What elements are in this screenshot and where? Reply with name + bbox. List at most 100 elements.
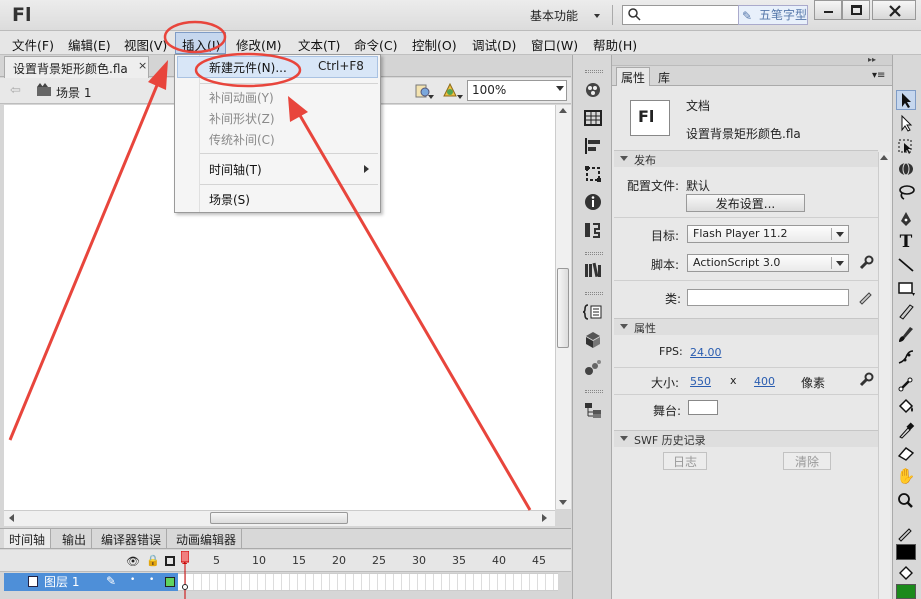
transform-icon[interactable] xyxy=(582,164,604,184)
pencil-tool-icon[interactable] xyxy=(896,302,916,320)
stroke-color-pencil-icon[interactable] xyxy=(896,524,916,542)
menu-view[interactable]: 视图(V) xyxy=(124,35,167,54)
layer-color-swatch[interactable] xyxy=(165,577,175,587)
wrench-icon[interactable] xyxy=(858,255,874,271)
collapse-icon[interactable]: ▸▸ xyxy=(868,55,876,64)
scene-panel-icon[interactable] xyxy=(582,220,604,240)
actions-icon[interactable] xyxy=(582,302,604,322)
swatches-icon[interactable] xyxy=(582,108,604,128)
target-select[interactable]: Flash Player 11.2 xyxy=(687,225,849,243)
menu-item-motion-tween[interactable]: 补间动画(Y) xyxy=(209,89,274,106)
fps-value[interactable]: 24.00 xyxy=(690,346,722,359)
subselection-tool-icon[interactable] xyxy=(896,114,916,132)
menu-file[interactable]: 文件(F) xyxy=(12,35,54,54)
menu-item-timeline[interactable]: 时间轴(T) xyxy=(209,161,262,178)
menu-commands[interactable]: 命令(C) xyxy=(354,35,397,54)
height-value[interactable]: 400 xyxy=(754,375,775,388)
edit-symbols-icon[interactable] xyxy=(414,82,434,100)
menu-control[interactable]: 控制(O) xyxy=(412,35,457,54)
script-select[interactable]: ActionScript 3.0 xyxy=(687,254,849,272)
stage-color-swatch[interactable] xyxy=(688,400,718,415)
width-value[interactable]: 550 xyxy=(690,375,711,388)
scroll-up-icon[interactable] xyxy=(880,155,888,160)
section-publish[interactable]: 发布 xyxy=(614,150,878,167)
clear-button[interactable]: 清除 xyxy=(783,452,831,470)
line-tool-icon[interactable] xyxy=(896,256,916,274)
visible-dot-icon[interactable]: • xyxy=(130,575,135,585)
brush-tool-icon[interactable] xyxy=(896,325,916,343)
eyedropper-tool-icon[interactable] xyxy=(896,421,916,439)
selection-tool-icon[interactable] xyxy=(896,91,916,109)
vertical-scroll-thumb[interactable] xyxy=(557,268,569,348)
layer-name[interactable]: 图层 1 xyxy=(44,573,79,590)
tab-motion-editor[interactable]: 动画编辑器 xyxy=(171,529,243,548)
panel-menu-icon[interactable]: ▾≡ xyxy=(872,70,885,81)
library-icon[interactable] xyxy=(582,260,604,280)
tab-output[interactable]: 输出 xyxy=(57,529,93,548)
lock-dot-icon[interactable]: • xyxy=(149,575,154,585)
back-arrow-icon[interactable]: ⇦ xyxy=(10,83,21,98)
rectangle-tool-icon[interactable] xyxy=(896,279,916,297)
menu-modify[interactable]: 修改(M) xyxy=(236,35,282,54)
eraser-tool-icon[interactable] xyxy=(896,444,916,462)
eye-icon[interactable]: 👁 xyxy=(126,555,140,568)
scroll-right-icon[interactable] xyxy=(542,514,547,522)
frame-grid[interactable] xyxy=(178,573,558,591)
motion-presets-icon[interactable] xyxy=(582,358,604,378)
maximize-button[interactable] xyxy=(842,0,870,20)
properties-scrollbar[interactable] xyxy=(878,152,890,599)
tab-timeline[interactable]: 时间轴 xyxy=(4,529,52,548)
menu-text[interactable]: 文本(T) xyxy=(298,35,340,54)
3d-rotation-tool-icon[interactable] xyxy=(896,160,916,178)
text-tool-icon[interactable]: T xyxy=(896,232,916,252)
lasso-tool-icon[interactable] xyxy=(896,183,916,201)
grip-handle[interactable] xyxy=(585,390,603,393)
publish-settings-button[interactable]: 发布设置... xyxy=(686,194,805,212)
menu-item-classic-tween[interactable]: 传统补间(C) xyxy=(209,131,275,148)
color-panel-icon[interactable] xyxy=(582,80,604,100)
pen-tool-icon[interactable] xyxy=(896,210,916,228)
hand-tool-icon[interactable]: ✋ xyxy=(896,467,916,485)
class-input[interactable] xyxy=(687,289,849,306)
scroll-down-icon[interactable] xyxy=(559,500,567,505)
grip-handle[interactable] xyxy=(585,252,603,255)
pencil-icon[interactable] xyxy=(857,289,873,305)
zoom-select[interactable]: 100% xyxy=(467,80,567,101)
components-icon[interactable] xyxy=(582,330,604,350)
info-icon[interactable] xyxy=(582,192,604,212)
bone-tool-icon[interactable] xyxy=(896,375,916,393)
menu-edit[interactable]: 编辑(E) xyxy=(68,35,111,54)
grip-handle[interactable] xyxy=(585,70,603,73)
project-icon[interactable] xyxy=(582,400,604,420)
close-window-button[interactable] xyxy=(872,0,916,20)
scroll-up-icon[interactable] xyxy=(559,108,567,113)
tab-properties[interactable]: 属性 xyxy=(616,67,650,86)
section-swf-history[interactable]: SWF 历史记录 xyxy=(614,430,878,447)
close-tab-button[interactable]: × xyxy=(138,59,147,72)
deco-tool-icon[interactable] xyxy=(896,348,916,366)
section-properties[interactable]: 属性 xyxy=(614,318,878,335)
menu-item-shape-tween[interactable]: 补间形状(Z) xyxy=(209,110,275,127)
tab-library[interactable]: 库 xyxy=(658,69,670,86)
outline-icon[interactable] xyxy=(165,556,175,566)
align-icon[interactable] xyxy=(582,136,604,156)
paint-bucket-tool-icon[interactable] xyxy=(896,398,916,416)
scroll-left-icon[interactable] xyxy=(9,514,14,522)
fill-color-swatch[interactable] xyxy=(896,584,916,599)
free-transform-tool-icon[interactable] xyxy=(896,137,916,155)
tab-compiler-errors[interactable]: 编译器错误 xyxy=(96,529,168,548)
menu-window[interactable]: 窗口(W) xyxy=(531,35,578,54)
stroke-color-swatch[interactable] xyxy=(896,544,916,560)
workspace-switcher[interactable]: 基本功能 xyxy=(530,7,578,24)
menu-help[interactable]: 帮助(H) xyxy=(593,35,637,54)
zoom-tool-icon[interactable] xyxy=(896,492,916,510)
grip-handle[interactable] xyxy=(585,292,603,295)
menu-item-new-symbol[interactable]: 新建元件(N)... xyxy=(209,59,287,76)
log-button[interactable]: 日志 xyxy=(663,452,707,470)
playhead[interactable] xyxy=(181,551,189,599)
lock-icon[interactable]: 🔒 xyxy=(146,554,160,567)
horizontal-scroll-thumb[interactable] xyxy=(210,512,348,524)
wrench-icon[interactable] xyxy=(858,372,874,388)
edit-scene-icon[interactable] xyxy=(441,82,463,100)
minimize-button[interactable] xyxy=(814,0,842,20)
